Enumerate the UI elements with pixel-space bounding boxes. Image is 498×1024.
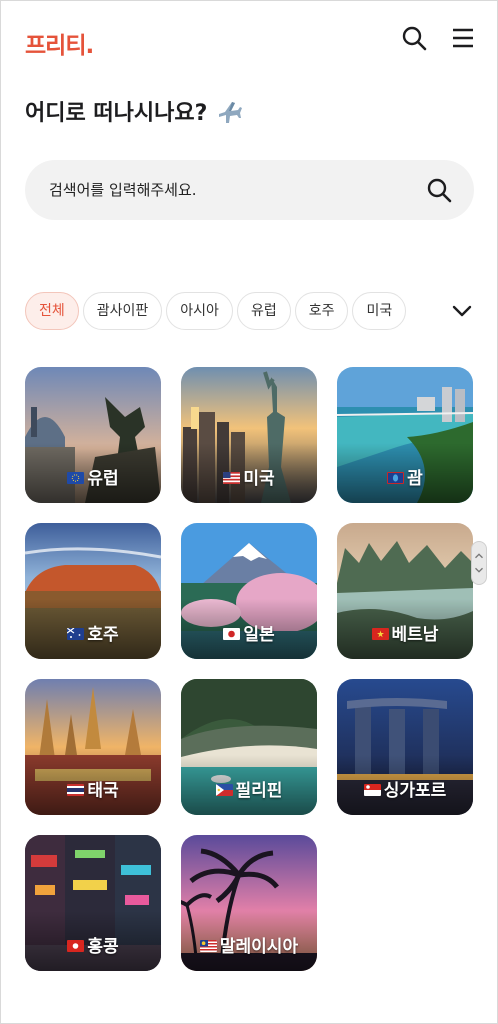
destination-label: 말레이시아 — [181, 932, 317, 957]
chip-guam-saipan[interactable]: 괌사이판 — [82, 292, 163, 330]
logo[interactable]: 프리티. — [25, 26, 94, 60]
destination-card-philippines[interactable]: 필리핀 — [181, 679, 317, 815]
destination-card-japan[interactable]: 일본 — [181, 523, 317, 659]
app-header: 프리티. — [0, 0, 498, 78]
th-flag-icon — [67, 784, 85, 796]
chevron-down-icon[interactable] — [449, 298, 475, 324]
destination-name: 말레이시아 — [219, 937, 299, 957]
destination-card-hongkong[interactable]: 홍콩 — [25, 835, 161, 971]
jp-flag-icon — [223, 628, 241, 640]
my-flag-icon — [199, 940, 217, 952]
logo-text: 프리티. — [25, 33, 94, 59]
ph-flag-icon — [215, 784, 233, 796]
vn-flag-icon — [371, 628, 389, 640]
airplane-icon — [219, 102, 243, 123]
chip-all[interactable]: 전체 — [25, 292, 79, 330]
destination-label: 태국 — [25, 776, 161, 801]
destination-label: 홍콩 — [25, 932, 161, 957]
scroll-handle[interactable] — [471, 541, 487, 585]
destination-label: 미국 — [181, 464, 317, 489]
destination-card-malaysia[interactable]: 말레이시아 — [181, 835, 317, 971]
us-flag-icon — [223, 472, 241, 484]
eu-flag-icon — [67, 472, 85, 484]
destination-card-singapore[interactable]: 싱가포르 — [337, 679, 473, 815]
guam-flag-icon — [387, 472, 405, 484]
destination-name: 일본 — [243, 625, 275, 645]
destination-name: 싱가포르 — [383, 781, 447, 801]
scroll-arrows-icon — [475, 553, 483, 573]
destination-label: 필리핀 — [181, 776, 317, 801]
chip-australia[interactable]: 호주 — [294, 292, 349, 330]
destination-name: 유럽 — [87, 469, 119, 489]
sg-flag-icon — [363, 784, 381, 796]
chip-europe[interactable]: 유럽 — [236, 292, 291, 330]
search-bar — [25, 160, 474, 220]
destination-card-vietnam[interactable]: 베트남 — [337, 523, 473, 659]
page-title-text: 어디로 떠나시나요? — [25, 101, 208, 126]
destination-name: 미국 — [243, 469, 275, 489]
destination-label: 유럽 — [25, 464, 161, 489]
destination-name: 홍콩 — [87, 937, 119, 957]
destination-label: 일본 — [181, 620, 317, 645]
au-flag-icon — [67, 628, 85, 640]
category-chips: 전체 괌사이판 아시아 유럽 호주 미국 — [25, 292, 425, 332]
destination-card-australia[interactable]: 호주 — [25, 523, 161, 659]
destination-card-guam[interactable]: 괌 — [337, 367, 473, 503]
page-title: 어디로 떠나시나요? — [25, 95, 243, 127]
destination-label: 괌 — [337, 464, 473, 489]
hk-flag-icon — [67, 940, 85, 952]
destination-name: 베트남 — [391, 625, 439, 645]
search-input[interactable] — [49, 160, 419, 220]
destination-name: 호주 — [87, 625, 119, 645]
chip-usa[interactable]: 미국 — [352, 292, 407, 330]
destination-label: 싱가포르 — [337, 776, 473, 801]
destination-name: 필리핀 — [235, 781, 283, 801]
destination-card-europe[interactable]: 유럽 — [25, 367, 161, 503]
destination-name: 태국 — [87, 781, 119, 801]
destination-name: 괌 — [407, 469, 423, 489]
menu-icon[interactable] — [449, 24, 477, 52]
destination-label: 베트남 — [337, 620, 473, 645]
destination-label: 호주 — [25, 620, 161, 645]
chip-asia[interactable]: 아시아 — [166, 292, 233, 330]
search-icon[interactable] — [425, 176, 453, 204]
destination-card-thailand[interactable]: 태국 — [25, 679, 161, 815]
search-icon[interactable] — [400, 24, 428, 52]
destination-card-usa[interactable]: 미국 — [181, 367, 317, 503]
